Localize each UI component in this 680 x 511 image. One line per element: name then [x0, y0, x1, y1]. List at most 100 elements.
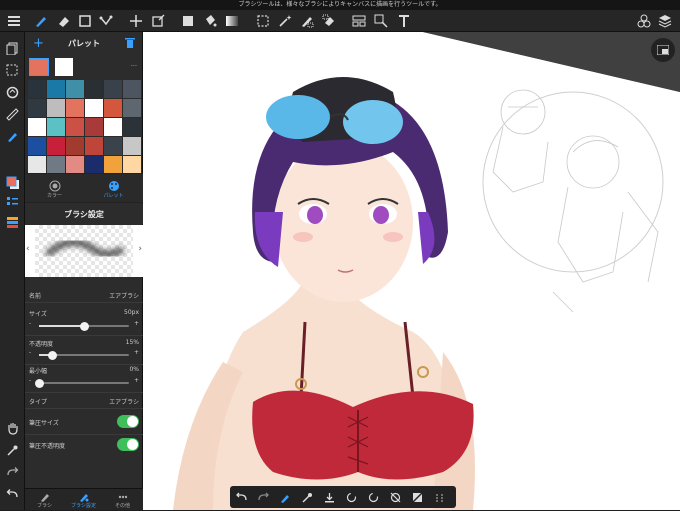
palette-swatch[interactable]: [104, 80, 122, 98]
opacity-plus-icon[interactable]: +: [134, 349, 139, 356]
select-eraser-icon[interactable]: [321, 13, 337, 29]
rotate-left-icon[interactable]: [340, 486, 362, 508]
pressure-opacity-toggle[interactable]: [117, 438, 139, 451]
palette-swatch[interactable]: [47, 80, 65, 98]
palette-swatch[interactable]: [85, 137, 103, 155]
brush-icon[interactable]: [33, 13, 49, 29]
palette-swatch[interactable]: [28, 80, 46, 98]
materials-icon[interactable]: [636, 13, 652, 29]
brush-list-icon[interactable]: [4, 194, 21, 211]
palette-swatch[interactable]: [28, 156, 46, 174]
tab-color[interactable]: カラー: [25, 174, 84, 204]
eyedropper-icon[interactable]: [4, 442, 21, 459]
opacity-slider-knob[interactable]: [48, 350, 57, 360]
palette-swatch[interactable]: [66, 156, 84, 174]
palette-swatch[interactable]: [47, 99, 65, 117]
selection-clear-icon[interactable]: [4, 62, 21, 79]
next-brush-arrow-icon[interactable]: ›: [138, 244, 142, 254]
opacity-slider[interactable]: [39, 350, 129, 360]
fill-rect-icon[interactable]: [180, 13, 196, 29]
palette-swatch[interactable]: [66, 99, 84, 117]
layers-icon[interactable]: [657, 13, 673, 29]
stabilizer-icon[interactable]: [4, 128, 21, 145]
text-icon[interactable]: [396, 13, 412, 29]
lasso-icon[interactable]: [98, 13, 114, 29]
gradient-icon[interactable]: [224, 13, 240, 29]
brush-quick-icon[interactable]: [274, 486, 296, 508]
undo-quick-icon[interactable]: [230, 486, 252, 508]
ruler-icon[interactable]: [4, 106, 21, 123]
navigator-icon[interactable]: [651, 38, 675, 62]
color-swatch-icon[interactable]: [4, 174, 21, 191]
palette-swatch[interactable]: [47, 156, 65, 174]
selection-icon[interactable]: [255, 13, 271, 29]
hand-icon[interactable]: [4, 420, 21, 437]
artwork-canvas[interactable]: [143, 32, 680, 510]
add-icon[interactable]: +: [33, 36, 44, 51]
palette-swatch[interactable]: [85, 118, 103, 136]
grip-icon[interactable]: [428, 486, 450, 508]
bucket-icon[interactable]: [202, 13, 218, 29]
redo-quick-icon[interactable]: [252, 486, 274, 508]
eraser-icon[interactable]: [55, 13, 71, 29]
more-label[interactable]: ---: [131, 62, 138, 69]
canvas-area[interactable]: [143, 32, 680, 510]
palette-swatch[interactable]: [123, 99, 141, 117]
palette-swatch[interactable]: [104, 156, 122, 174]
trash-icon[interactable]: [125, 37, 135, 50]
pressure-size-toggle[interactable]: [117, 415, 139, 428]
palette-swatch[interactable]: [66, 118, 84, 136]
tab-brush[interactable]: ブラシ: [25, 489, 64, 511]
size-plus-icon[interactable]: +: [134, 320, 139, 327]
pages-icon[interactable]: [4, 40, 21, 57]
text-select-icon[interactable]: [373, 13, 389, 29]
min-width-slider-knob[interactable]: [34, 378, 44, 388]
palette-swatch[interactable]: [47, 118, 65, 136]
palette-swatch[interactable]: [123, 137, 141, 155]
rectangle-icon[interactable]: [77, 13, 93, 29]
primary-color-swatch[interactable]: [29, 58, 49, 76]
min-width-slider[interactable]: [34, 378, 129, 388]
frame-icon[interactable]: [351, 13, 367, 29]
rotate-right-icon[interactable]: [362, 486, 384, 508]
opacity-minus-icon[interactable]: -: [29, 349, 31, 356]
palette-swatch[interactable]: [47, 137, 65, 155]
palette-swatch[interactable]: [104, 118, 122, 136]
transform-icon[interactable]: [150, 13, 166, 29]
min-width-minus-icon[interactable]: -: [29, 377, 31, 384]
palette-swatch[interactable]: [28, 99, 46, 117]
palette-swatch[interactable]: [104, 137, 122, 155]
size-minus-icon[interactable]: -: [29, 320, 31, 327]
palette-swatch[interactable]: [85, 80, 103, 98]
size-slider-knob[interactable]: [79, 321, 89, 331]
move-icon[interactable]: [128, 13, 144, 29]
secondary-color-swatch[interactable]: [55, 58, 73, 76]
palette-swatch[interactable]: [28, 118, 46, 136]
palette-swatch[interactable]: [28, 137, 46, 155]
magic-wand-icon[interactable]: [277, 13, 293, 29]
eyedropper-quick-icon[interactable]: [296, 486, 318, 508]
palette-swatch[interactable]: [123, 156, 141, 174]
size-slider[interactable]: [39, 321, 129, 331]
tab-palette[interactable]: パレット: [84, 174, 143, 204]
rotate-icon[interactable]: [4, 84, 21, 101]
palette-swatch[interactable]: [104, 99, 122, 117]
palette-swatch[interactable]: [123, 118, 141, 136]
redo-icon[interactable]: [4, 464, 21, 481]
palette-panel-icon[interactable]: [4, 214, 21, 231]
prev-brush-arrow-icon[interactable]: ‹: [26, 244, 30, 254]
tab-other[interactable]: その他: [103, 489, 142, 511]
select-pen-icon[interactable]: [299, 13, 315, 29]
flip-icon[interactable]: [406, 486, 428, 508]
menu-icon[interactable]: [6, 13, 22, 29]
reset-rotation-icon[interactable]: [384, 486, 406, 508]
save-icon[interactable]: [318, 486, 340, 508]
min-width-plus-icon[interactable]: +: [134, 377, 139, 384]
palette-swatch[interactable]: [123, 80, 141, 98]
tab-brush-settings[interactable]: ブラシ設定: [64, 489, 103, 511]
palette-swatch[interactable]: [66, 137, 84, 155]
palette-swatch[interactable]: [85, 156, 103, 174]
palette-swatch[interactable]: [85, 99, 103, 117]
undo-icon[interactable]: [4, 486, 21, 503]
palette-swatch[interactable]: [66, 80, 84, 98]
